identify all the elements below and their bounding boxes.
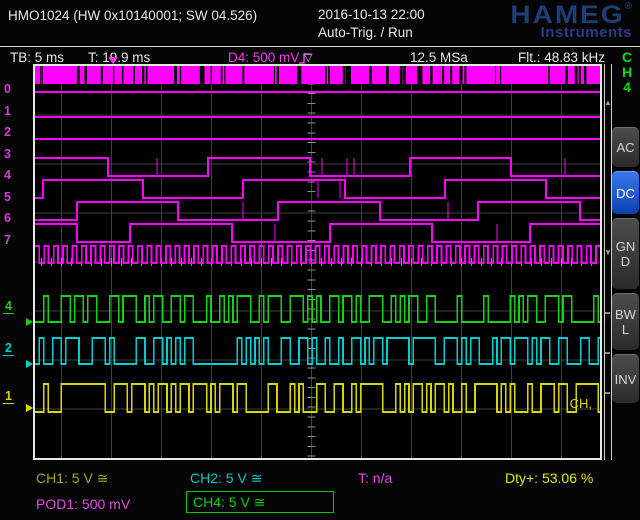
trigger-center-marker: ▽ xyxy=(304,51,312,64)
sidebar-button-ac[interactable]: AC xyxy=(612,127,639,167)
position-tick-2 xyxy=(605,392,610,394)
hameg-logo: HAMEG® Instruments xyxy=(510,1,632,41)
sample-rate-readout: 12.5 MSa xyxy=(410,50,468,65)
pod1-scale-readout: POD1: 500 mV xyxy=(36,496,130,512)
topbar-separator xyxy=(0,46,640,47)
time-readout: T: 19.9 ms xyxy=(88,50,150,65)
scroll-up-icon[interactable]: ▲ xyxy=(604,98,612,107)
duty-cycle-readout: Dty+: 53.06 % xyxy=(505,470,593,486)
digital-channel-label-D2: 2 xyxy=(4,125,28,139)
sidebar-button-gnd[interactable]: GND xyxy=(612,218,639,289)
sidebar-button-inv[interactable]: INV xyxy=(612,354,639,403)
position-tick-0 xyxy=(605,312,610,314)
analog-channel-label-CH1: 1 xyxy=(3,390,14,404)
digital-channel-label-D7: 7 xyxy=(4,233,28,247)
digital-channel-label-D5: 5 xyxy=(4,190,28,204)
acquisition-status: 2016-10-13 22:00 Auto-Trig. / Run xyxy=(318,6,425,42)
device-id: HMO1024 (HW 0x10140001; SW 04.526) xyxy=(8,8,257,23)
oscilloscope-screen: HMO1024 (HW 0x10140001; SW 04.526) 2016-… xyxy=(0,0,640,520)
analog-channel-label-CH4: 4 xyxy=(3,300,14,314)
digital-channel-label-D4: 4 xyxy=(4,168,28,182)
scroll-down-icon[interactable]: ▼ xyxy=(604,248,612,257)
analog-channel-label-CH2: 2 xyxy=(3,342,14,356)
ground-marker-icon-CH1 xyxy=(26,404,33,412)
ch4-selected-box[interactable]: CH4: 5 V ≅ xyxy=(186,491,334,513)
trigger-time-marker-top[interactable] xyxy=(108,57,118,64)
ground-marker-icon-CH4 xyxy=(26,318,33,326)
waveform-plot xyxy=(35,66,600,458)
trigger-time-readout: T: n/a xyxy=(358,470,392,486)
digital-channel-label-D3: 3 xyxy=(4,147,28,161)
sidebar-channel-title: CH4 xyxy=(620,50,634,95)
ch1-scale-readout: CH1: 5 V ≅ xyxy=(36,470,108,487)
ground-marker-icon-CH2 xyxy=(26,360,33,368)
digital-channel-label-D0: 0 xyxy=(4,82,28,96)
brand-name: HAMEG xyxy=(510,2,624,27)
digital-channel-label-D1: 1 xyxy=(4,104,28,118)
datetime: 2016-10-13 22:00 xyxy=(318,6,425,24)
clipped-channel-label: CH, xyxy=(570,396,592,411)
trigger-status: Auto-Trig. / Run xyxy=(318,24,425,42)
sidebar-button-bwl[interactable]: BWL xyxy=(612,293,639,350)
ch4-scale-readout: CH4: 5 V ≅ xyxy=(193,494,265,510)
scroll-track-left-line xyxy=(604,64,605,460)
waveform-display: CH, xyxy=(33,64,602,460)
sidebar-button-dc[interactable]: DC xyxy=(612,171,639,214)
ch2-scale-readout: CH2: 5 V ≅ xyxy=(190,470,262,487)
filter-readout: Flt.: 48.83 kHz xyxy=(518,50,605,65)
registered-mark: ® xyxy=(625,1,632,12)
position-tick-1 xyxy=(605,352,610,354)
timebase-readout: TB: 5 ms xyxy=(10,50,64,65)
trigger-source-readout: D4: 500 mV xyxy=(228,50,299,65)
digital-channel-label-D6: 6 xyxy=(4,211,28,225)
